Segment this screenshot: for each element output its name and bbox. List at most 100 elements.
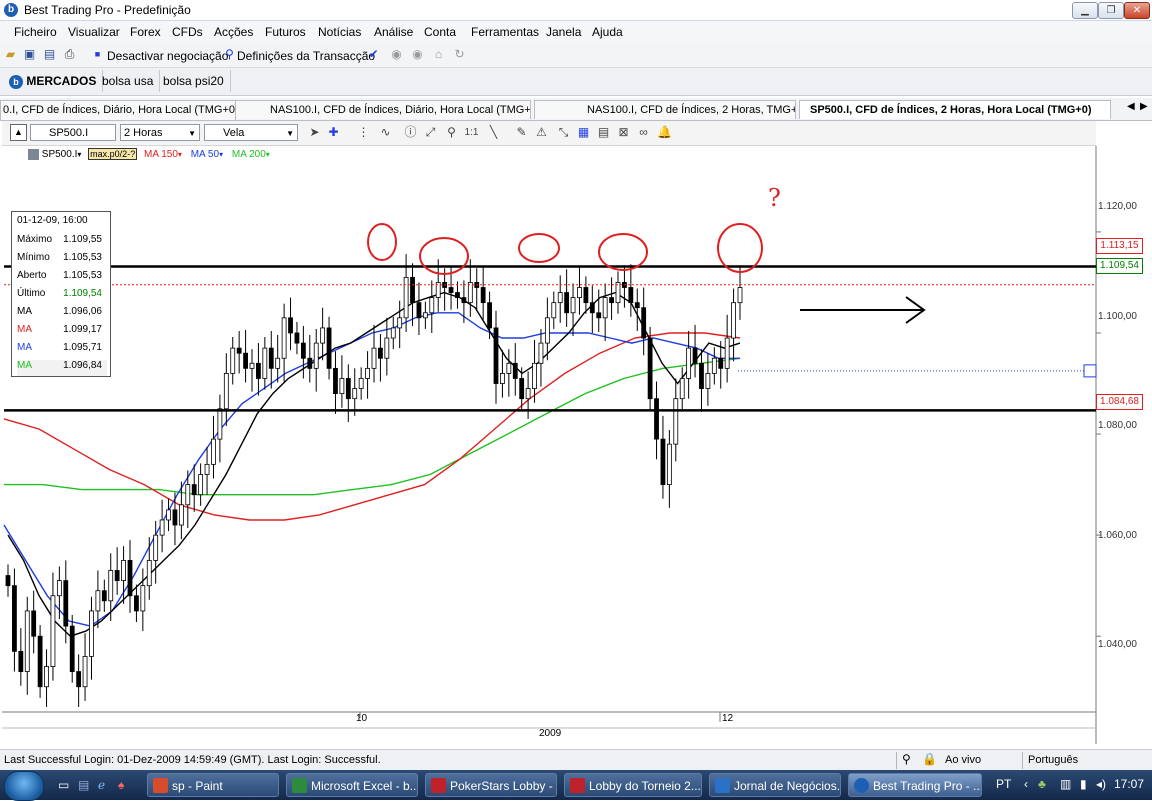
menu-conta[interactable]: Conta xyxy=(424,25,456,39)
task-excel[interactable]: Microsoft Excel - b... xyxy=(286,773,418,797)
close-button[interactable]: ✕ xyxy=(1124,2,1150,19)
chart-tab-4[interactable]: SP500.I, CFD de Índices, 2 Horas, Hora L… xyxy=(799,100,1111,119)
candle-body xyxy=(256,362,261,379)
candle-body xyxy=(378,347,383,359)
candle-body xyxy=(63,580,69,627)
expand-icon[interactable]: ⤡ xyxy=(556,125,571,140)
candle-body xyxy=(679,378,685,400)
bell-icon[interactable]: 🔔 xyxy=(657,125,672,140)
legend-symbol[interactable]: SP500.I xyxy=(42,149,78,160)
open-folder-icon[interactable]: ▰ xyxy=(3,47,18,62)
home-icon[interactable]: ⌂ xyxy=(431,47,446,62)
menu-janela[interactable]: Janela xyxy=(546,25,581,39)
eraser-icon[interactable]: ✎ xyxy=(514,125,529,140)
language-indicator[interactable]: PT xyxy=(996,777,1011,791)
legend-ma200[interactable]: MA 200 xyxy=(232,149,266,160)
menu-noticias[interactable]: Notícias xyxy=(318,25,361,39)
task-tournament-lobby[interactable]: Lobby do Torneio 2... xyxy=(564,773,702,797)
candle-body xyxy=(76,671,82,688)
info-icon[interactable]: ⓘ xyxy=(403,125,418,140)
info-label: Último xyxy=(17,288,46,299)
legend-ma50[interactable]: MA 50 xyxy=(191,149,219,160)
timeframe-select[interactable]: 2 Horas ▼ xyxy=(120,124,200,141)
menu-forex[interactable]: Forex xyxy=(130,25,161,39)
transaction-settings-button[interactable]: Definições da Transacção xyxy=(237,49,375,63)
menu-ficheiro[interactable]: Ficheiro xyxy=(14,25,57,39)
candle-body xyxy=(422,312,428,319)
markets-tab[interactable]: b MERCADOS xyxy=(3,70,104,92)
menu-ajuda[interactable]: Ajuda xyxy=(592,25,623,39)
volume-icon[interactable]: ◂) xyxy=(1096,777,1106,791)
legend-ma150[interactable]: MA 150 xyxy=(144,149,178,160)
restore-button[interactable]: ❐ xyxy=(1098,2,1124,19)
candle-body xyxy=(268,347,274,369)
tray-chevron-icon[interactable]: ‹ xyxy=(1024,777,1028,791)
symbol-input[interactable]: SP500.I xyxy=(30,124,116,141)
candle-body xyxy=(12,585,17,652)
indicators-icon[interactable]: ∿ xyxy=(378,125,393,140)
line-tool-icon[interactable]: ╲ xyxy=(486,125,501,140)
menu-cfds[interactable]: CFDs xyxy=(172,25,203,39)
task-paint[interactable]: sp - Paint xyxy=(147,773,279,797)
power-icon[interactable]: ▮ xyxy=(1080,777,1087,791)
fit-icon[interactable]: ⤢ xyxy=(423,125,438,140)
square-icon: ■ xyxy=(94,49,101,59)
chart-tab-3[interactable]: NAS100.I, CFD de Índices, 2 Horas, TMG+0 xyxy=(534,100,796,119)
back-icon[interactable]: ◉ xyxy=(389,47,404,62)
menu-accoes[interactable]: Acções xyxy=(214,25,253,39)
menu-futuros[interactable]: Futuros xyxy=(265,25,306,39)
candle-body xyxy=(403,276,409,319)
menu-analise[interactable]: Análise xyxy=(374,25,413,39)
tab-bolsa-usa[interactable]: bolsa usa xyxy=(96,70,161,92)
collapse-icon[interactable]: ▲ xyxy=(10,124,27,141)
explorer-icon[interactable]: ▤ xyxy=(78,778,89,792)
refresh-icon[interactable]: ↻ xyxy=(452,47,467,62)
start-button[interactable] xyxy=(4,771,44,801)
check-icon[interactable]: ✔ xyxy=(366,47,381,62)
print-icon[interactable]: ⎙ xyxy=(62,47,77,62)
save-all-icon[interactable]: ▤ xyxy=(42,47,57,62)
scroll-left-icon[interactable]: ◀ xyxy=(1127,101,1135,112)
task-pokerstars-lobby[interactable]: PokerStars Lobby - ... xyxy=(425,773,557,797)
chart-type-select[interactable]: Vela ▼ xyxy=(204,124,298,141)
candle-body xyxy=(570,297,576,314)
save-icon[interactable]: ▣ xyxy=(22,47,37,62)
ie-icon[interactable]: ℯ xyxy=(98,778,105,792)
crosshair-icon[interactable]: ✚ xyxy=(326,125,341,140)
candle-body xyxy=(371,347,377,369)
overlay-label: max.p0/2-? xyxy=(88,148,138,160)
deactivate-trading-button[interactable]: Desactivar negociação xyxy=(107,49,228,63)
chart-tab-2[interactable]: NAS100.I, CFD de Índices, Diário, Hora L… xyxy=(235,100,531,119)
candle-body xyxy=(692,347,698,364)
network-icon[interactable]: ▥ xyxy=(1060,777,1071,791)
forward-icon[interactable]: ◉ xyxy=(410,47,425,62)
close-chart-icon[interactable]: ⊠ xyxy=(616,125,631,140)
one-to-one-icon[interactable]: 1:1 xyxy=(464,125,479,140)
chart-tab-1[interactable]: 0.I, CFD de Índices, Diário, Hora Local … xyxy=(0,100,236,120)
tray-app-icon[interactable]: ♣ xyxy=(1038,777,1046,791)
task-best-trading[interactable]: Best Trading Pro - ... xyxy=(848,773,982,797)
cursor-icon[interactable]: ➤ xyxy=(307,125,322,140)
menu-ferramentas[interactable]: Ferramentas xyxy=(471,25,539,39)
zoom-icon[interactable]: ⚲ xyxy=(444,125,459,140)
tab-bolsa-psi20[interactable]: bolsa psi20 xyxy=(157,70,231,92)
layers-icon[interactable]: ▦ xyxy=(576,125,591,140)
show-desktop-icon[interactable]: ▭ xyxy=(58,778,69,792)
minimize-button[interactable]: ▁ xyxy=(1072,2,1098,19)
candle-body xyxy=(557,292,563,304)
candle-body xyxy=(500,373,505,384)
candle-body xyxy=(538,342,544,364)
price-chart[interactable] xyxy=(2,146,1152,746)
candle-body xyxy=(512,362,518,379)
menu-visualizar[interactable]: Visualizar xyxy=(68,25,120,39)
pokerstars-icon[interactable]: ♠ xyxy=(118,778,124,792)
task-jornal[interactable]: Jornal de Negócios... xyxy=(709,773,841,797)
clock[interactable]: 17:07 xyxy=(1114,777,1144,791)
scroll-right-icon[interactable]: ▶ xyxy=(1140,101,1148,112)
candle-body xyxy=(326,327,332,369)
candle-body xyxy=(313,342,319,369)
grid-icon[interactable]: ⋮ xyxy=(356,125,371,140)
table-icon[interactable]: ▤ xyxy=(596,125,611,140)
link-icon[interactable]: ∞ xyxy=(636,125,651,140)
alert-icon[interactable]: ⚠ xyxy=(534,125,549,140)
